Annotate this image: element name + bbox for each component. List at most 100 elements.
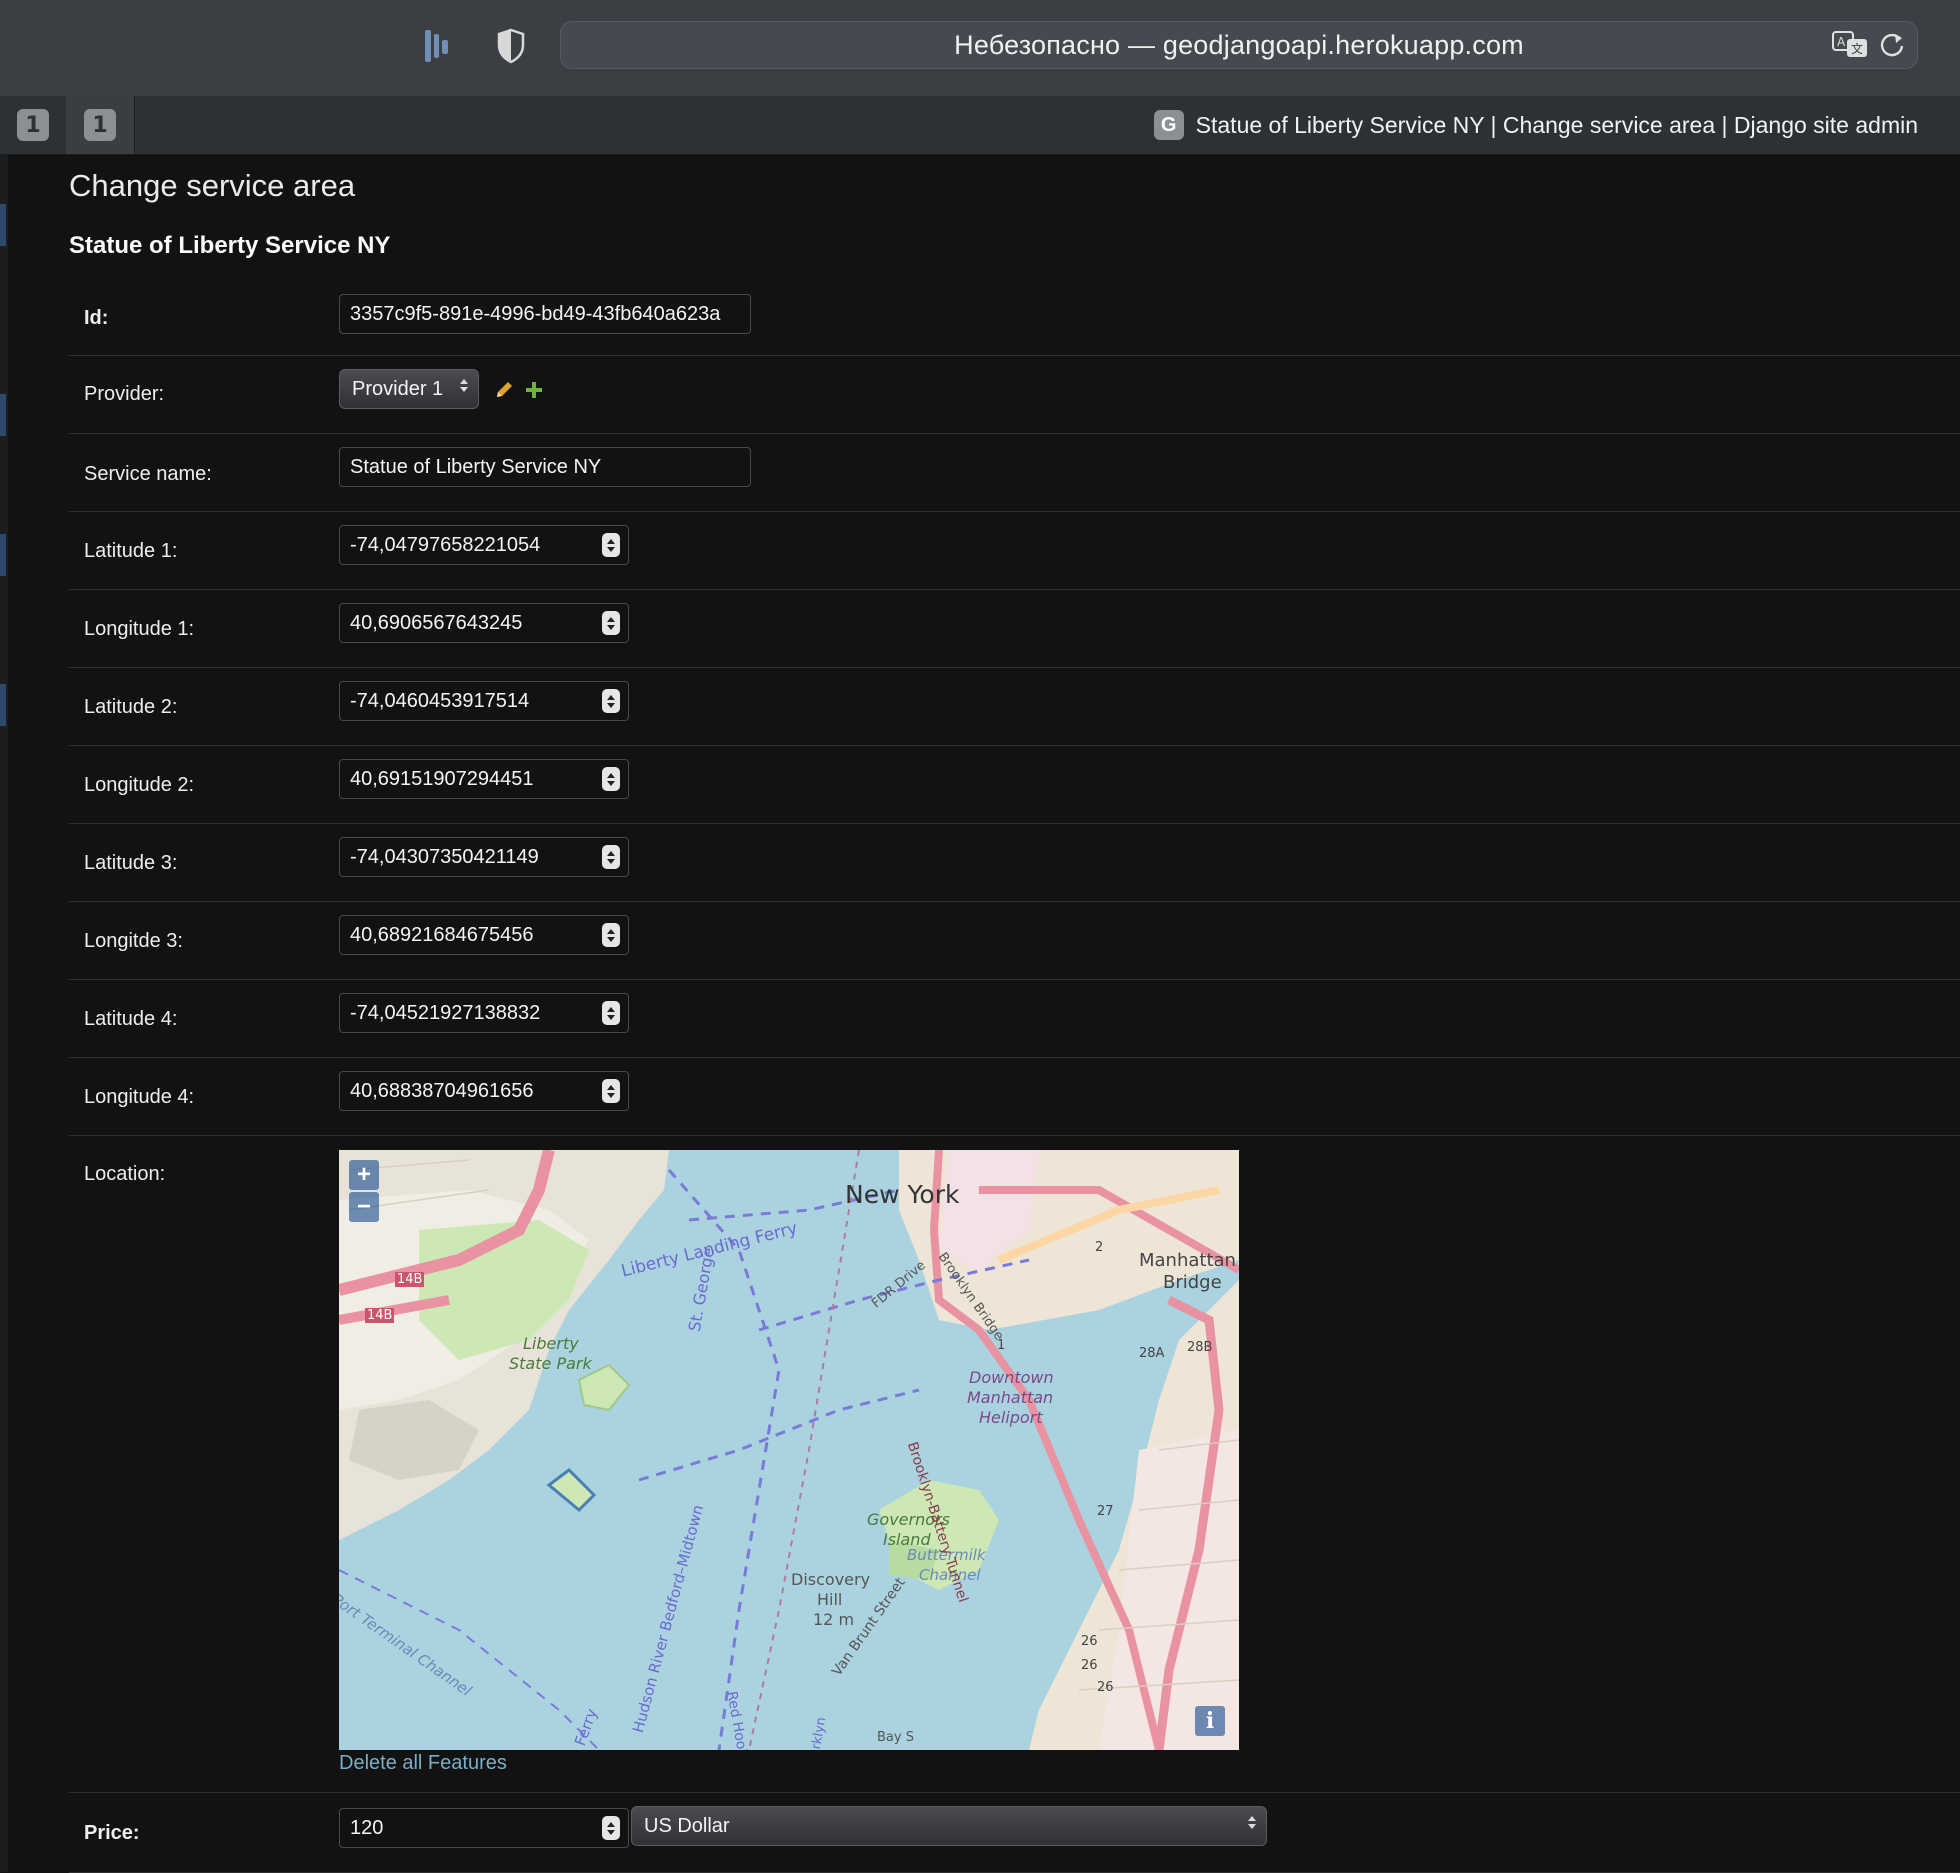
map-label-exit: 28A — [1139, 1346, 1165, 1361]
latitude-4-value: -74,04521927138832 — [350, 1001, 541, 1024]
latitude-2-value: -74,0460453917514 — [350, 689, 530, 712]
select-arrows-icon — [1248, 1816, 1256, 1829]
form-row-latitude-1: Latitude 1: -74,04797658221054 — [69, 511, 1960, 590]
shield-icon[interactable] — [490, 24, 532, 68]
map-zoom-controls: + − — [349, 1160, 379, 1222]
map-label-liberty-state-park: Liberty — [523, 1334, 579, 1353]
sidebar-icon[interactable] — [416, 24, 458, 68]
map-label-bay-st: Bay S — [877, 1730, 914, 1745]
form-row-longitude-2: Longitude 2: 40,69151907294451 — [69, 745, 1960, 824]
address-bar[interactable]: Небезопасно — geodjangoapi.herokuapp.com… — [560, 21, 1918, 69]
pinned-tab[interactable]: 1 — [66, 96, 135, 154]
number-stepper-icon[interactable] — [602, 1079, 620, 1103]
map-label-heliport: Downtown — [969, 1368, 1054, 1387]
map-label-exit: 14B — [395, 1272, 425, 1287]
pinned-tab-badge: 1 — [84, 109, 116, 141]
active-tab[interactable]: G Statue of Liberty Service NY | Change … — [1153, 96, 1918, 154]
latitude-1-label: Latitude 1: — [84, 540, 178, 562]
form-row-price: Price: 120 US Dollar — [69, 1792, 1960, 1873]
map-label-heliport: Manhattan — [967, 1388, 1054, 1407]
id-label: Id: — [84, 307, 109, 329]
pinned-tab[interactable]: 1 — [0, 96, 67, 154]
map-label-exit: 2 — [1095, 1240, 1104, 1255]
map-label-manhattan-bridge: Bridge — [1163, 1272, 1222, 1293]
longitude-1-field[interactable]: 40,6906567643245 — [339, 603, 629, 643]
number-stepper-icon[interactable] — [602, 689, 620, 713]
provider-select[interactable]: Provider 1 — [339, 369, 479, 409]
svg-text:文: 文 — [1851, 41, 1863, 56]
provider-selected: Provider 1 — [352, 377, 444, 400]
latitude-3-field[interactable]: -74,04307350421149 — [339, 837, 629, 877]
edit-pencil-icon[interactable] — [493, 379, 515, 401]
number-stepper-icon[interactable] — [602, 533, 620, 557]
number-stepper-icon[interactable] — [602, 845, 620, 869]
form-row-longitude-4: Longitude 4: 40,68838704961656 — [69, 1057, 1960, 1136]
price-label: Price: — [84, 1822, 140, 1844]
svg-text:A: A — [1837, 35, 1846, 49]
pinned-tab-badge: 1 — [17, 109, 49, 141]
map-label-new-york: New York — [845, 1180, 960, 1209]
form-row-id: Id: 3357c9f5-891e-4996-bd49-43fb640a623a — [69, 278, 1960, 356]
number-stepper-icon[interactable] — [602, 1816, 620, 1840]
latitude-3-value: -74,04307350421149 — [350, 845, 539, 868]
longitude-4-label: Longitude 4: — [84, 1086, 195, 1108]
longitude-4-field[interactable]: 40,68838704961656 — [339, 1071, 629, 1111]
form-row-service-name: Service name: Statue of Liberty Service … — [69, 433, 1960, 512]
map-label-liberty-state-park: State Park — [509, 1354, 592, 1373]
form-row-longitude-3: Longitde 3: 40,68921684675456 — [69, 901, 1960, 980]
map-label-discovery-hill: 12 m — [813, 1610, 855, 1629]
service-name-field[interactable]: Statue of Liberty Service NY — [339, 447, 751, 487]
latitude-2-field[interactable]: -74,0460453917514 — [339, 681, 629, 721]
longitude-3-field[interactable]: 40,68921684675456 — [339, 915, 629, 955]
price-field[interactable]: 120 — [339, 1808, 629, 1848]
longitude-3-label: Longitde 3: — [84, 930, 183, 952]
longitude-4-value: 40,68838704961656 — [350, 1079, 534, 1102]
form-row-latitude-2: Latitude 2: -74,0460453917514 — [69, 667, 1960, 746]
longitude-1-label: Longitude 1: — [84, 618, 195, 640]
page-title: Change service area — [69, 168, 356, 203]
longitude-2-field[interactable]: 40,69151907294451 — [339, 759, 629, 799]
map-label-exit: 26 — [1097, 1680, 1114, 1695]
zoom-in-button[interactable]: + — [349, 1160, 379, 1190]
latitude-4-field[interactable]: -74,04521927138832 — [339, 993, 629, 1033]
delete-all-features-link[interactable]: Delete all Features — [339, 1752, 507, 1775]
location-map[interactable]: New York Manhattan Bridge Liberty State … — [339, 1150, 1239, 1750]
map-label-manhattan-bridge: Manhattan — [1139, 1250, 1236, 1271]
number-stepper-icon[interactable] — [602, 767, 620, 791]
translate-icon[interactable]: A 文 — [1831, 30, 1871, 60]
longitude-2-label: Longitude 2: — [84, 774, 195, 796]
tab-bar: 1 1 G Statue of Liberty Service NY | Cha… — [0, 96, 1960, 155]
map-label-exit: 14B — [365, 1308, 395, 1323]
map-label-exit: 28B — [1187, 1340, 1213, 1355]
latitude-2-label: Latitude 2: — [84, 696, 178, 718]
add-plus-icon[interactable] — [523, 379, 545, 401]
number-stepper-icon[interactable] — [602, 1001, 620, 1025]
map-info-button[interactable]: i — [1195, 1706, 1225, 1736]
form-row-provider: Provider: Provider 1 — [69, 355, 1960, 434]
longitude-1-value: 40,6906567643245 — [350, 611, 523, 634]
number-stepper-icon[interactable] — [602, 611, 620, 635]
map-label-exit: 27 — [1097, 1504, 1114, 1519]
id-field[interactable]: 3357c9f5-891e-4996-bd49-43fb640a623a — [339, 294, 751, 334]
latitude-1-field[interactable]: -74,04797658221054 — [339, 525, 629, 565]
map-label-discovery-hill: Hill — [817, 1590, 843, 1609]
price-value: 120 — [350, 1816, 384, 1839]
map-label-discovery-hill: Discovery — [791, 1570, 871, 1589]
form-row-longitude-1: Longitude 1: 40,6906567643245 — [69, 589, 1960, 668]
number-stepper-icon[interactable] — [602, 923, 620, 947]
sidebar-edge — [0, 154, 8, 1872]
provider-label: Provider: — [84, 383, 165, 405]
currency-select[interactable]: US Dollar — [631, 1806, 1267, 1846]
address-text: Небезопасно — geodjangoapi.herokuapp.com — [954, 29, 1524, 60]
latitude-3-label: Latitude 3: — [84, 852, 178, 874]
latitude-1-value: -74,04797658221054 — [350, 533, 541, 556]
zoom-out-button[interactable]: − — [349, 1192, 379, 1222]
location-label: Location: — [84, 1163, 166, 1185]
browser-toolbar: Небезопасно — geodjangoapi.herokuapp.com… — [0, 0, 1960, 96]
longitude-3-value: 40,68921684675456 — [350, 923, 534, 946]
service-name-label: Service name: — [84, 463, 212, 485]
currency-selected: US Dollar — [644, 1814, 730, 1837]
reload-icon[interactable] — [1877, 30, 1907, 60]
select-arrows-icon — [460, 379, 468, 392]
longitude-2-value: 40,69151907294451 — [350, 767, 534, 790]
